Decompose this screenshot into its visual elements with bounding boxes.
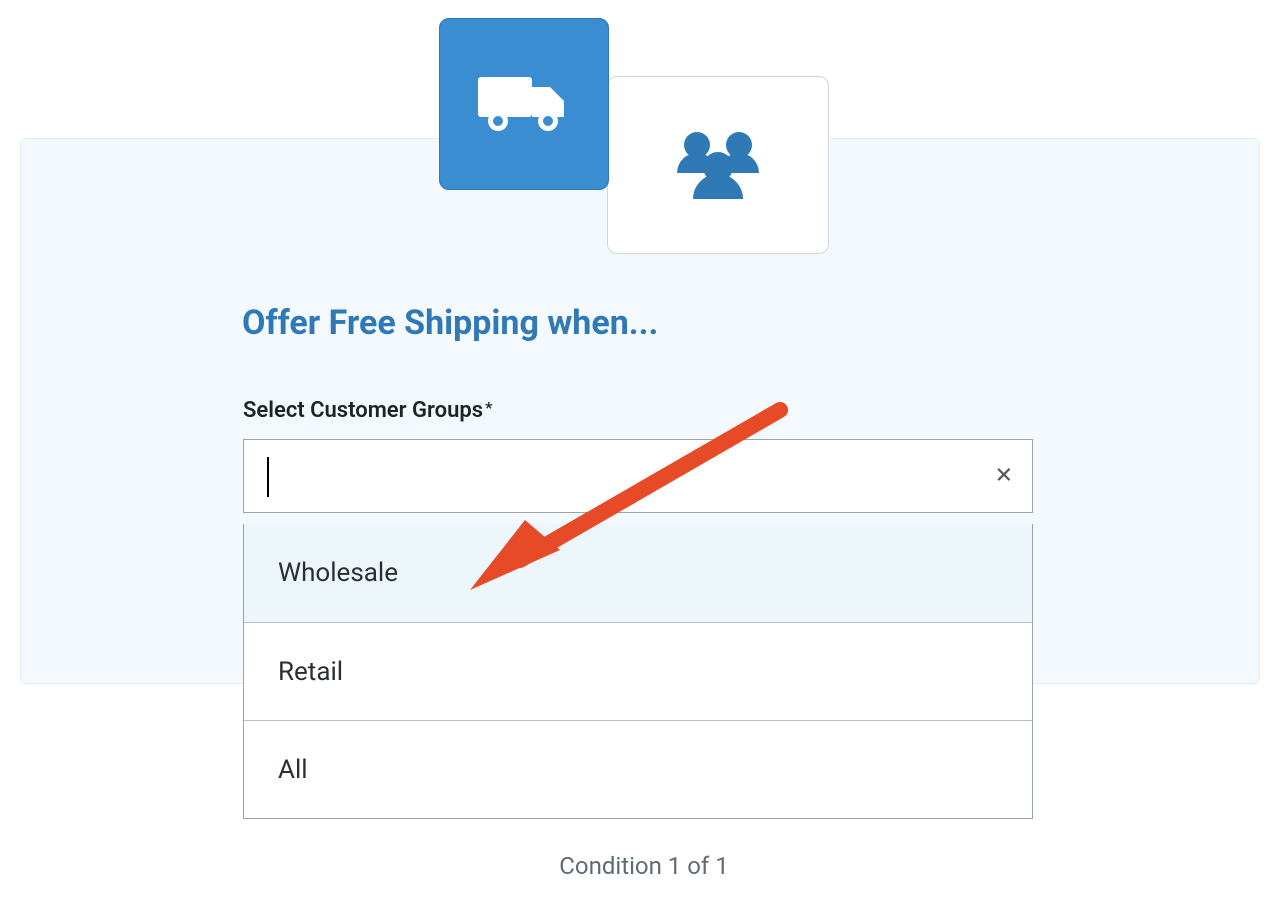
customer-groups-input[interactable]: [243, 439, 1033, 513]
icon-tiles: [439, 18, 829, 254]
group-icon: [663, 123, 773, 207]
text-cursor: [267, 457, 269, 497]
customer-groups-field: Select Customer Groups* ✕: [243, 398, 1033, 513]
required-asterisk: *: [485, 398, 492, 417]
option-wholesale[interactable]: Wholesale: [244, 524, 1032, 622]
field-label: Select Customer Groups*: [243, 398, 1033, 423]
customer-groups-combobox[interactable]: ✕: [243, 439, 1033, 513]
truck-icon: [474, 67, 574, 141]
section-heading: Offer Free Shipping when...: [242, 303, 658, 343]
shipping-tile[interactable]: [439, 18, 609, 190]
customer-groups-dropdown: Wholesale Retail All: [243, 524, 1033, 819]
customer-group-tile[interactable]: [607, 76, 829, 254]
option-all[interactable]: All: [244, 720, 1032, 818]
condition-counter: Condition 1 of 1: [0, 852, 1288, 880]
option-retail[interactable]: Retail: [244, 622, 1032, 720]
clear-icon[interactable]: ✕: [995, 464, 1013, 489]
field-label-text: Select Customer Groups: [243, 398, 483, 423]
